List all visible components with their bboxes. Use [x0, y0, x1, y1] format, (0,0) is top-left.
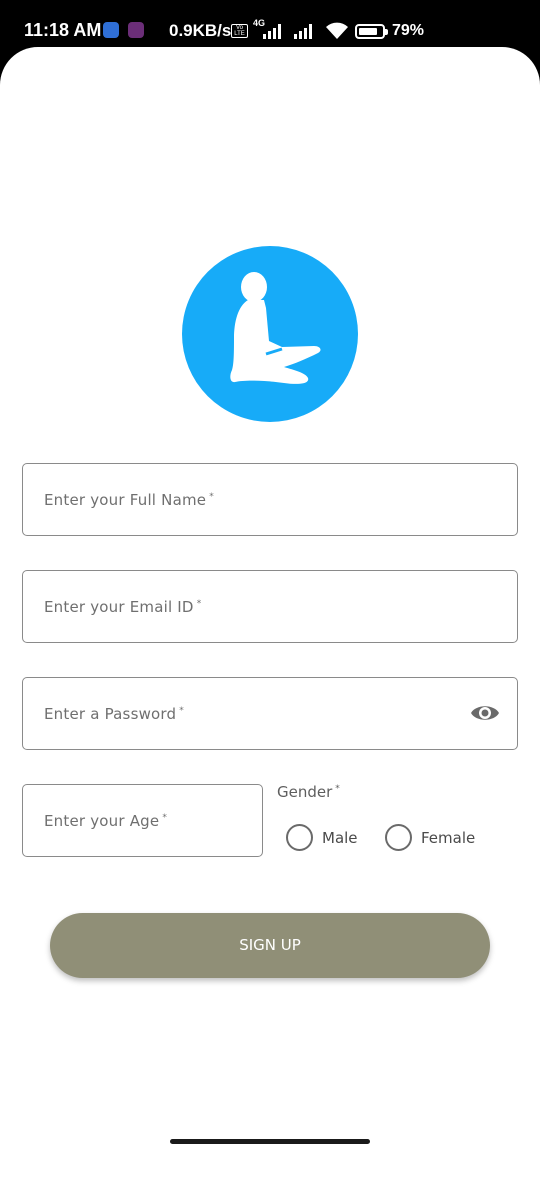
signup-screen: Enter your Full Name * Enter your Email I… — [0, 47, 540, 1200]
age-field[interactable]: Enter your Age * — [22, 784, 263, 857]
eye-icon[interactable] — [470, 702, 500, 724]
app-notification-icon — [128, 22, 144, 38]
password-field[interactable]: Enter a Password * — [22, 677, 518, 750]
network-type: 4G — [253, 18, 266, 28]
sign-up-button[interactable]: SIGN UP — [50, 913, 490, 978]
gender-female-label: Female — [421, 829, 476, 847]
status-time: 11:18 AM — [24, 20, 102, 40]
email-placeholder: Enter your Email ID * — [44, 597, 202, 616]
gender-female-radio[interactable]: Female — [385, 824, 485, 852]
radio-circle[interactable] — [286, 824, 313, 851]
gender-label: Gender * — [277, 783, 340, 801]
volte-icon: Vo LTE — [231, 24, 248, 38]
gender-male-label: Male — [322, 829, 358, 847]
radio-circle[interactable] — [385, 824, 412, 851]
battery-icon — [355, 24, 388, 39]
full-name-placeholder: Enter your Full Name * — [44, 490, 214, 509]
home-indicator[interactable] — [170, 1139, 370, 1144]
meditation-figure-icon — [182, 246, 358, 422]
network-speed: 0.9KB/s — [169, 21, 232, 40]
battery-percent: 79% — [392, 22, 425, 39]
age-placeholder: Enter your Age * — [44, 811, 168, 830]
cell-signal-icon — [292, 22, 318, 44]
app-notification-icon — [103, 22, 119, 38]
cell-signal-icon: 4G — [253, 18, 287, 44]
full-name-field[interactable]: Enter your Full Name * — [22, 463, 518, 536]
email-field[interactable]: Enter your Email ID * — [22, 570, 518, 643]
wifi-icon — [323, 21, 351, 45]
gender-male-radio[interactable]: Male — [286, 824, 366, 852]
password-placeholder: Enter a Password * — [44, 704, 184, 723]
